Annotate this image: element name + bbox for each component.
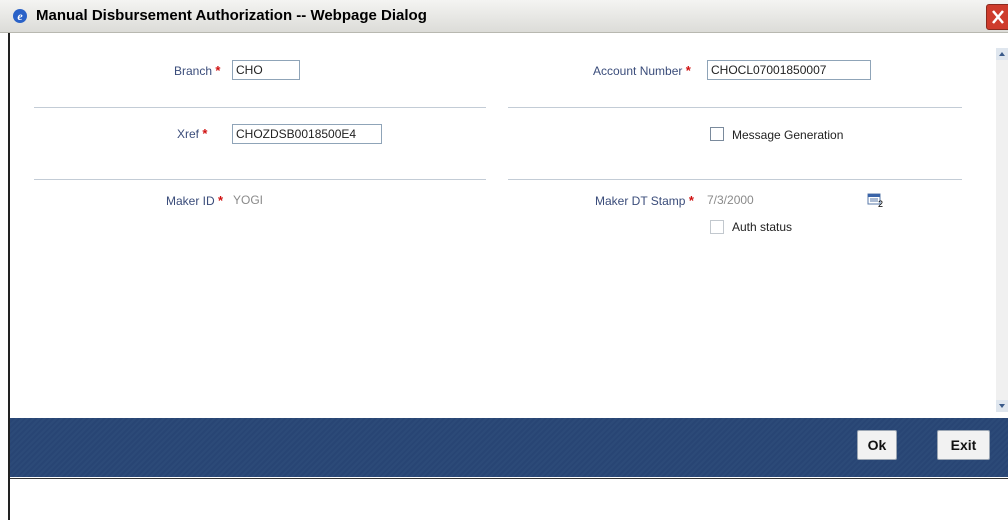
scroll-up-arrow-icon[interactable] — [996, 48, 1008, 60]
divider — [34, 179, 486, 180]
calendar-button[interactable]: 2 — [867, 191, 897, 211]
divider — [508, 179, 962, 180]
xref-input[interactable] — [232, 124, 382, 144]
vertical-scrollbar[interactable] — [996, 48, 1008, 412]
required-marker: * — [215, 63, 221, 78]
divider — [34, 107, 486, 108]
divider — [10, 478, 1008, 479]
branch-input[interactable] — [232, 60, 300, 80]
maker-dt-stamp-value: 7/3/2000 — [707, 193, 754, 207]
branch-label: Branch * — [174, 63, 221, 78]
auth-status-checkbox[interactable] — [710, 220, 724, 234]
message-generation-checkbox[interactable] — [710, 127, 724, 141]
svg-text:e: e — [17, 9, 23, 23]
maker-dt-stamp-label: Maker DT Stamp * — [595, 193, 694, 208]
required-marker: * — [218, 193, 224, 208]
account-number-label: Account Number * — [593, 63, 691, 78]
account-number-input[interactable] — [707, 60, 871, 80]
required-marker: * — [685, 63, 691, 78]
calendar-icon: 2 — [867, 193, 883, 209]
window-titlebar: e Manual Disbursement Authorization -- W… — [0, 0, 1008, 33]
close-icon — [992, 10, 1004, 24]
svg-text:2: 2 — [878, 199, 883, 209]
scroll-down-arrow-icon[interactable] — [996, 400, 1008, 412]
required-marker: * — [202, 126, 208, 141]
required-marker: * — [688, 193, 694, 208]
window-title: Manual Disbursement Authorization -- Web… — [36, 7, 427, 24]
maker-id-label: Maker ID * — [166, 193, 224, 208]
auth-status-label: Auth status — [732, 220, 793, 234]
close-button[interactable] — [986, 4, 1008, 30]
divider — [508, 107, 962, 108]
ie-icon: e — [13, 9, 27, 23]
xref-label: Xref * — [177, 126, 208, 141]
ok-button[interactable]: Ok — [857, 430, 897, 460]
message-generation-label: Message Generation — [732, 128, 844, 142]
exit-button[interactable]: Exit — [937, 430, 990, 460]
maker-id-value: YOGI — [233, 193, 264, 207]
